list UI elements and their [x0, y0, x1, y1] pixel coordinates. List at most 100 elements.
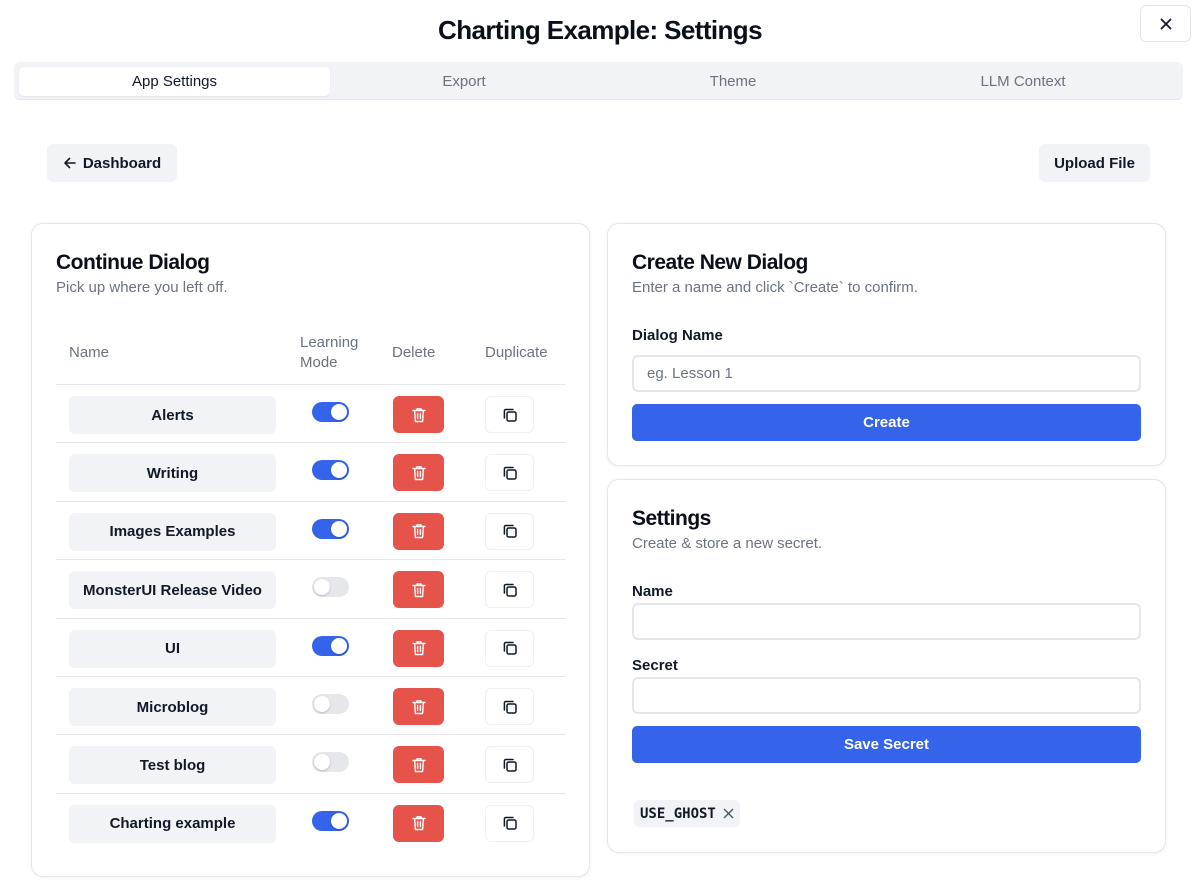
tab-app-settings[interactable]: App Settings — [19, 67, 330, 96]
delete-button[interactable] — [393, 454, 444, 492]
copy-icon — [503, 525, 517, 539]
toggle-knob — [331, 520, 347, 537]
copy-icon — [503, 758, 517, 772]
duplicate-button[interactable] — [485, 746, 534, 784]
copy-icon — [503, 700, 517, 714]
column-header-duplicate: Duplicate — [485, 344, 548, 361]
table-row: Microblog — [56, 676, 566, 734]
create-dialog-card: Create New Dialog Enter a name and click… — [607, 223, 1166, 466]
copy-icon — [503, 817, 517, 831]
copy-icon — [503, 583, 517, 597]
delete-button[interactable] — [393, 512, 444, 550]
create-button[interactable]: Create — [632, 404, 1141, 441]
trash-icon — [411, 407, 426, 422]
trash-icon — [411, 582, 426, 597]
table-row: UI — [56, 617, 566, 676]
duplicate-button[interactable] — [485, 571, 534, 609]
learning-mode-toggle[interactable] — [312, 752, 349, 773]
copy-icon — [503, 408, 517, 422]
trash-icon — [411, 757, 426, 773]
dialog-name-input[interactable] — [632, 355, 1141, 392]
secrets-subtitle: Create & store a new secret. — [632, 535, 823, 552]
duplicate-button[interactable] — [485, 629, 534, 667]
table-row: MonsterUI Release Video — [56, 559, 566, 617]
duplicate-button[interactable] — [485, 688, 534, 725]
trash-icon — [411, 641, 426, 656]
learning-mode-toggle[interactable] — [312, 518, 349, 539]
page-title: Charting Example: Settings — [438, 15, 763, 45]
table-row: Charting example — [56, 792, 566, 851]
delete-button[interactable] — [393, 746, 444, 784]
secret-name-input[interactable] — [632, 603, 1141, 640]
trash-icon — [411, 465, 426, 481]
tab-export[interactable]: Export — [330, 67, 598, 96]
toggle-knob — [331, 637, 347, 654]
table-row: Alerts — [56, 384, 566, 442]
learning-mode-toggle[interactable] — [312, 402, 349, 422]
column-header-delete: Delete — [392, 344, 436, 361]
learning-mode-toggle[interactable] — [312, 694, 349, 714]
duplicate-button[interactable] — [485, 454, 534, 492]
delete-button[interactable] — [393, 571, 444, 609]
close-icon — [1160, 18, 1171, 29]
tab-llm-context[interactable]: LLM Context — [868, 67, 1178, 96]
close-icon[interactable] — [723, 808, 734, 819]
continue-dialog-title: Continue Dialog — [56, 251, 210, 274]
learning-mode-toggle[interactable] — [312, 460, 349, 481]
dialog-name-button[interactable]: Microblog — [69, 688, 276, 726]
toggle-knob — [314, 754, 330, 771]
table-row: Images Examples — [56, 500, 566, 559]
trash-icon — [411, 816, 426, 831]
table-row: Test blog — [56, 734, 566, 792]
dialog-name-button[interactable]: Charting example — [69, 804, 276, 843]
dialog-name-button[interactable]: Writing — [69, 454, 276, 493]
save-secret-button[interactable]: Save Secret — [632, 726, 1141, 763]
learning-mode-toggle[interactable] — [312, 635, 349, 656]
learning-mode-toggle[interactable] — [312, 810, 349, 831]
duplicate-button[interactable] — [485, 396, 534, 433]
dashboard-button[interactable]: Dashboard — [47, 144, 177, 182]
copy-icon — [503, 641, 517, 655]
dialog-name-button[interactable]: UI — [69, 629, 276, 668]
secrets-card: Settings Create & store a new secret. Na… — [607, 479, 1166, 853]
toggle-knob — [331, 462, 347, 479]
dashboard-label: Dashboard — [82, 154, 162, 172]
secret-value-label: Secret — [632, 657, 678, 674]
toggle-knob — [314, 696, 330, 712]
column-header-name: Name — [69, 344, 110, 361]
dialog-name-button[interactable]: Images Examples — [69, 512, 276, 551]
dialog-name-button[interactable]: MonsterUI Release Video — [69, 571, 276, 610]
toggle-knob — [331, 404, 347, 420]
column-header-learning-mode: Learning Mode — [300, 334, 359, 371]
secret-chip: USE_GHOST — [634, 800, 740, 827]
tab-theme[interactable]: Theme — [598, 67, 868, 96]
delete-button[interactable] — [393, 629, 444, 667]
secrets-title: Settings — [632, 507, 711, 530]
tab-bar: App Settings Export Theme LLM Context — [14, 62, 1183, 100]
table-row: Writing — [56, 442, 566, 500]
upload-file-button[interactable]: Upload File — [1039, 144, 1150, 182]
trash-icon — [411, 524, 426, 539]
continue-dialog-subtitle: Pick up where you left off. — [56, 279, 228, 296]
close-button[interactable] — [1140, 5, 1191, 42]
create-dialog-subtitle: Enter a name and click `Create` to confi… — [632, 279, 918, 296]
continue-dialog-card: Continue Dialog Pick up where you left o… — [31, 223, 590, 877]
secret-chip-label: USE_GHOST — [640, 805, 716, 822]
secret-value-input[interactable] — [632, 677, 1141, 714]
toggle-knob — [314, 579, 330, 596]
dialog-name-label: Dialog Name — [632, 327, 723, 344]
arrow-left-icon — [64, 157, 76, 169]
secret-name-label: Name — [632, 583, 673, 600]
create-dialog-title: Create New Dialog — [632, 251, 808, 274]
duplicate-button[interactable] — [485, 512, 534, 550]
toggle-knob — [331, 812, 347, 829]
copy-icon — [503, 466, 517, 480]
delete-button[interactable] — [393, 804, 444, 842]
delete-button[interactable] — [393, 688, 444, 725]
duplicate-button[interactable] — [485, 804, 534, 842]
trash-icon — [411, 699, 426, 714]
dialog-name-button[interactable]: Alerts — [69, 396, 276, 434]
learning-mode-toggle[interactable] — [312, 577, 349, 598]
delete-button[interactable] — [393, 396, 444, 433]
dialog-name-button[interactable]: Test blog — [69, 746, 276, 785]
